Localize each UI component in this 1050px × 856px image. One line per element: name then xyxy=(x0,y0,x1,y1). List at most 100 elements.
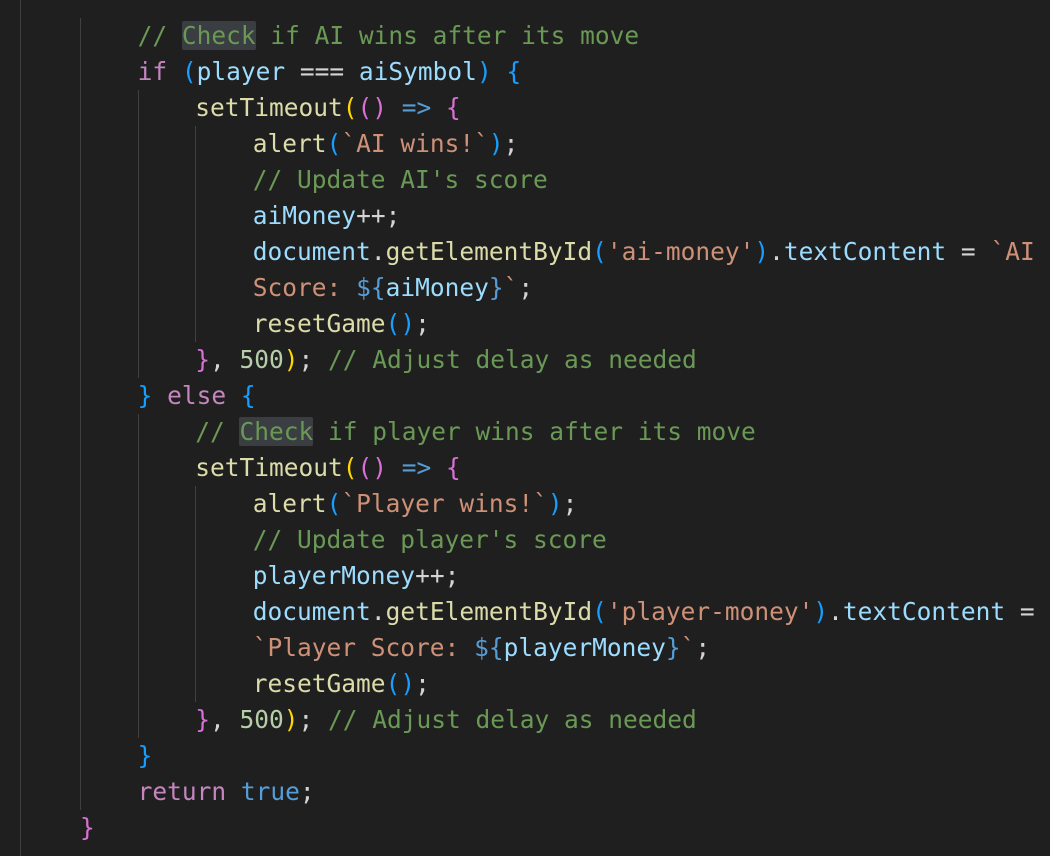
code-line[interactable]: // Update player's score xyxy=(0,522,1035,558)
code-line[interactable]: }, 500); // Adjust delay as needed xyxy=(0,342,1035,378)
code-line[interactable]: }, 500); // Adjust delay as needed xyxy=(0,702,1035,738)
code-token: ( xyxy=(592,597,607,626)
code-token: , xyxy=(209,345,240,374)
code-token: ( xyxy=(592,237,607,266)
code-token: Score: xyxy=(252,273,357,302)
code-token: ; xyxy=(298,345,329,374)
code-line[interactable]: document.getElementById('ai-money').text… xyxy=(0,234,1035,270)
code-line[interactable]: resetGame(); xyxy=(0,666,1035,702)
code-token: aiMoney xyxy=(252,201,357,230)
code-token: } xyxy=(80,813,95,842)
code-token: ) xyxy=(283,345,299,374)
code-token: if player wins after its move xyxy=(313,417,756,446)
code-token: { xyxy=(240,381,256,410)
code-lines[interactable]: // Check if AI wins after its move if (pl… xyxy=(0,18,1035,846)
code-line[interactable]: } xyxy=(0,738,1035,774)
code-line[interactable]: aiMoney++; xyxy=(0,198,1035,234)
code-token: ) xyxy=(476,57,492,86)
code-token: . xyxy=(370,597,386,626)
code-token: = xyxy=(1005,597,1035,626)
code-token: ( xyxy=(342,453,358,482)
code-token: 'player-money' xyxy=(606,597,814,626)
code-token: ) xyxy=(754,237,770,266)
code-token: ; xyxy=(415,669,430,698)
code-token: ) xyxy=(488,129,504,158)
code-token: document xyxy=(252,237,371,266)
code-token: // xyxy=(137,21,182,50)
code-line[interactable]: Score: ${aiMoney}`; xyxy=(0,270,1035,306)
code-token: // Adjust delay as needed xyxy=(328,345,697,374)
code-token: setTimeout xyxy=(195,453,343,482)
code-line[interactable]: alert(`AI wins!`); xyxy=(0,126,1035,162)
code-token: setTimeout xyxy=(195,93,343,122)
code-token: `Player Score: xyxy=(252,633,475,662)
code-token: } xyxy=(137,381,153,410)
code-line[interactable]: if (player === aiSymbol) { xyxy=(0,54,1035,90)
code-token: // Update AI's score xyxy=(252,165,548,194)
code-token: . xyxy=(769,237,784,266)
code-token: { xyxy=(446,453,461,482)
code-token: true xyxy=(240,777,300,806)
code-token: } xyxy=(488,273,504,302)
code-token: ; xyxy=(415,309,430,338)
code-line[interactable]: alert(`Player wins!`); xyxy=(0,486,1035,522)
code-token: if xyxy=(137,57,168,86)
code-token: playerMoney xyxy=(252,561,416,590)
code-token: } xyxy=(665,633,681,662)
code-token: 500 xyxy=(239,705,284,734)
code-line[interactable]: } xyxy=(0,810,1035,846)
code-token: ; xyxy=(299,777,315,806)
code-token: ) xyxy=(283,705,299,734)
code-line[interactable]: setTimeout(() => { xyxy=(0,450,1035,486)
code-token: getElementById xyxy=(385,237,593,266)
code-line[interactable]: document.getElementById('player-money').… xyxy=(0,594,1035,630)
code-token: aiMoney xyxy=(385,273,489,302)
code-token: ` xyxy=(680,633,696,662)
code-token: return xyxy=(137,777,227,806)
code-token: // Adjust delay as needed xyxy=(328,705,697,734)
code-token: ( xyxy=(342,93,358,122)
code-token: => xyxy=(401,93,432,122)
code-token: playerMoney xyxy=(503,633,666,662)
code-token: resetGame xyxy=(252,669,386,698)
code-token: ${ xyxy=(474,633,504,662)
code-token: aiSymbol xyxy=(358,57,477,86)
code-line[interactable]: // Update AI's score xyxy=(0,162,1035,198)
code-editor[interactable]: // Check if AI wins after its move if (pl… xyxy=(0,0,1050,856)
code-token: textContent xyxy=(783,237,947,266)
code-line[interactable]: `Player Score: ${playerMoney}`; xyxy=(0,630,1035,666)
code-token: ; xyxy=(518,273,534,302)
search-highlight: Check xyxy=(181,21,256,50)
code-line[interactable]: return true; xyxy=(0,774,1035,810)
code-token: `AI wins!` xyxy=(341,129,489,158)
code-line[interactable]: playerMoney++; xyxy=(0,558,1035,594)
code-line[interactable]: // Check if player wins after its move xyxy=(0,414,1035,450)
code-token: () xyxy=(357,453,387,482)
code-token: ` xyxy=(503,273,519,302)
code-token: 'ai-money' xyxy=(606,237,755,266)
code-token: `AI xyxy=(990,237,1035,266)
code-token: 500 xyxy=(239,345,284,374)
code-line[interactable]: } else { xyxy=(0,378,1035,414)
code-line[interactable]: // Check if AI wins after its move xyxy=(0,18,1035,54)
code-token: } xyxy=(137,741,153,770)
code-token: . xyxy=(370,237,386,266)
code-token: () xyxy=(385,669,416,698)
code-line[interactable]: setTimeout(() => { xyxy=(0,90,1035,126)
code-token: } xyxy=(195,345,210,374)
code-token: ) xyxy=(813,597,829,626)
code-token: , xyxy=(209,705,240,734)
code-token: document xyxy=(252,597,371,626)
code-token: ++; xyxy=(415,561,460,590)
code-token: () xyxy=(385,309,416,338)
code-token: . xyxy=(828,597,843,626)
code-token: ${ xyxy=(356,273,386,302)
code-token: getElementById xyxy=(385,597,593,626)
code-line[interactable]: resetGame(); xyxy=(0,306,1035,342)
